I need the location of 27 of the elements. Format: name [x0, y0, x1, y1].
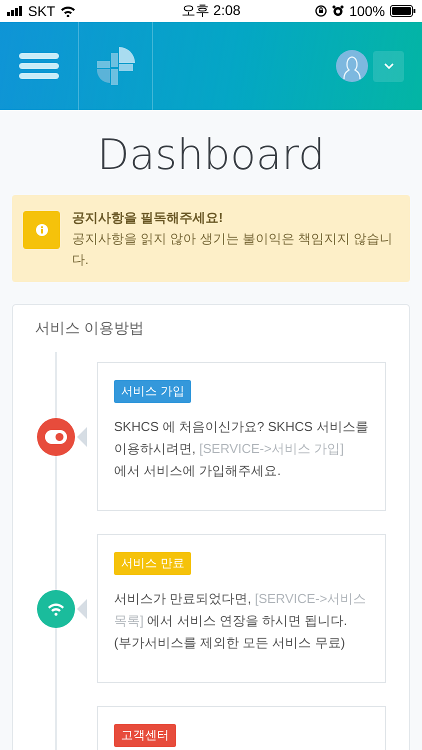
- logo-icon: [96, 47, 134, 85]
- step-description: SKHCS 에 처음이신가요? SKHCS 서비스를 이용하시려면, [SERVICE->서비스 가입] 에서 서비스에 가입해주세요.: [114, 418, 370, 480]
- dropdown-button[interactable]: [373, 50, 404, 82]
- wifi-icon: [47, 602, 65, 616]
- pointer-arrow: [77, 598, 87, 618]
- info-icon: [23, 211, 60, 249]
- chevron-down-icon: [384, 63, 394, 69]
- pointer-arrow: [77, 426, 87, 446]
- signal-icon: [7, 6, 23, 16]
- alarm-clock-icon: [332, 5, 344, 17]
- user-avatar-icon: [336, 50, 368, 82]
- step-description: 서비스가 만료되었다면, [SERVICE->서비스 목록] 에서 서비스 연장을 하시면 됩니다. (부가서비스를 제외한 모든 서비스 무료): [114, 590, 368, 652]
- panel-title: 서비스 이용방법: [34, 319, 146, 339]
- step-tag: 서비스 가입: [114, 380, 192, 403]
- notice-title: 공지사항을 필독해주세요!: [72, 209, 224, 227]
- battery-icon: [390, 5, 416, 17]
- step-tag: 고객센터: [114, 724, 176, 747]
- notice-message: 공지사항을 읽지 않아 생기는 불이익은 책임지지 않습니다.: [72, 230, 394, 269]
- step-tag: 서비스 만료: [114, 552, 192, 575]
- status-time: 오후 2:08: [180, 2, 242, 20]
- battery-percent: 100%: [349, 3, 385, 19]
- wifi-icon: [60, 5, 76, 17]
- rotation-lock-icon: [315, 5, 328, 17]
- carrier-name: SKT: [28, 3, 56, 19]
- page-title: Dashboard: [96, 130, 326, 180]
- toggle-icon: [45, 430, 67, 444]
- menu-icon[interactable]: [19, 51, 59, 81]
